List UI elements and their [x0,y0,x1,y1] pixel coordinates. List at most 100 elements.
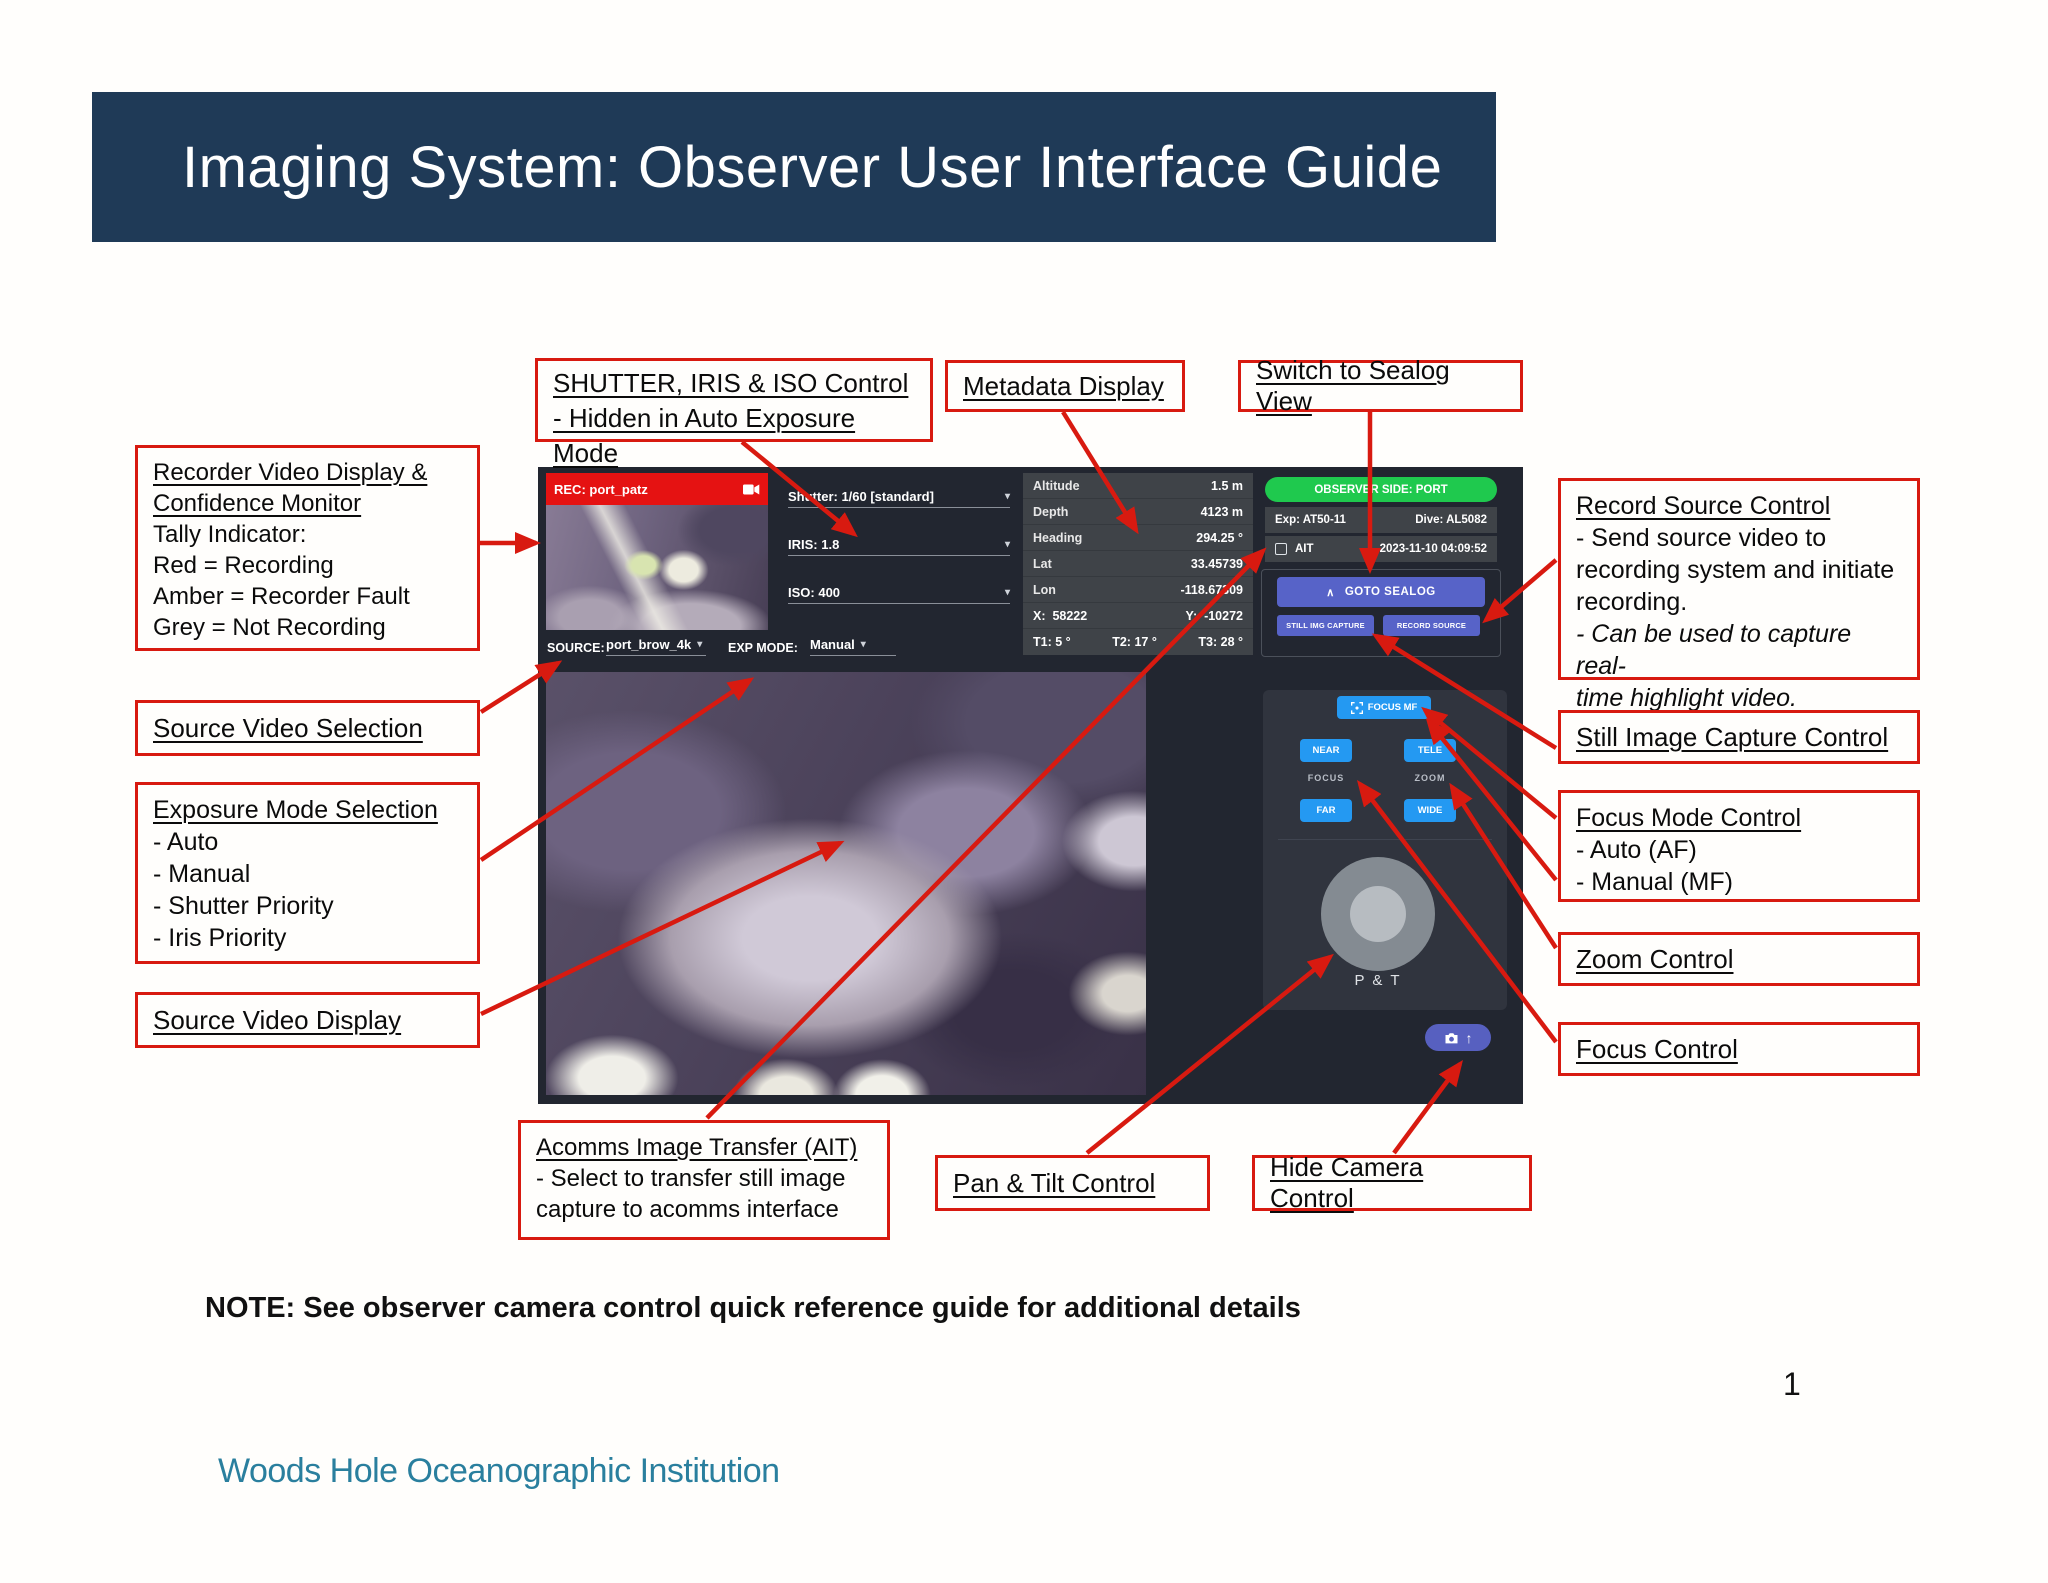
annotation-exposure-mode: Exposure Mode Selection - Auto - Manual … [135,782,480,964]
zoom-wide-button[interactable]: WIDE [1404,799,1456,822]
recorder-tally-banner: REC: port_patz [546,473,768,505]
metadata-value: 4123 m [1201,505,1243,519]
metadata-row-lat: Lat 33.45739 [1023,551,1253,577]
focus-mode-button[interactable]: FOCUS MF [1337,696,1431,719]
zoom-column-label: ZOOM [1404,773,1456,783]
page-number: 1 [1783,1366,1801,1403]
annotation-line: Focus Mode Control [1576,802,1902,834]
annotation-line: - Manual (MF) [1576,866,1902,898]
guide-page: Imaging System: Observer User Interface … [0,0,2048,1583]
caret-down-icon: ▾ [1005,539,1010,550]
annotation-line: - Iris Priority [153,922,462,954]
metadata-label: Altitude [1033,479,1080,493]
annotation-line: - Auto (AF) [1576,834,1902,866]
annotation-line: Source Video Selection [153,713,423,744]
ait-row: AIT 2023-11-10 04:09:52 [1265,536,1497,562]
focus-bracket-icon [1351,702,1363,714]
annotation-line: Still Image Capture Control [1576,722,1888,753]
pan-tilt-label: P & T [1321,972,1435,989]
annotation-line: Source Video Display [153,1005,401,1036]
metadata-value: 1.5 m [1211,479,1243,493]
record-source-button[interactable]: RECORD SOURCE [1383,615,1480,636]
annotation-line: recording. [1576,586,1902,618]
metadata-row-depth: Depth 4123 m [1023,499,1253,525]
annotation-focus-control: Focus Control [1558,1022,1920,1076]
annotation-line: capture to acomms interface [536,1194,872,1225]
still-img-capture-button[interactable]: STILL IMG CAPTURE [1277,615,1374,636]
observer-side-badge: OBSERVER SIDE: PORT [1265,477,1497,502]
annotation-still-image-capture: Still Image Capture Control [1558,710,1920,764]
metadata-row-heading: Heading 294.25 ° [1023,525,1253,551]
annotation-line: - Shutter Priority [153,890,462,922]
hide-camera-control-button[interactable]: ↑ [1425,1024,1491,1051]
timestamp: 2023-11-10 04:09:52 [1380,543,1487,555]
metadata-row-altitude: Altitude 1.5 m [1023,473,1253,499]
annotation-zoom-control: Zoom Control [1558,932,1920,986]
panel-divider [1278,839,1492,840]
focus-mode-label: FOCUS MF [1368,702,1418,713]
y-coord: Y: -10272 [1186,609,1243,623]
shutter-dropdown[interactable]: Shutter: 1/60 [standard] ▾ [788,489,1010,508]
shutter-value: Shutter: 1/60 [standard] [788,489,934,504]
iso-dropdown[interactable]: ISO: 400 ▾ [788,585,1010,604]
metadata-label: Lon [1033,583,1056,597]
camera-ui-screenshot: REC: port_patz SOURCE: port_brow_4k ▾ EX… [538,467,1523,1104]
annotation-line: Acomms Image Transfer (AIT) [536,1132,872,1163]
annotation-hide-camera: Hide Camera Control [1252,1155,1532,1211]
annotation-line: Red = Recording [153,550,462,581]
annotation-line: - Manual [153,858,462,890]
annotation-shutter-iris-iso: SHUTTER, IRIS & ISO Control - Hidden in … [535,358,933,442]
annotation-line: Pan & Tilt Control [953,1168,1155,1199]
camera-icon [1444,1032,1459,1044]
annotation-line: Record Source Control [1576,490,1902,522]
iris-value: IRIS: 1.8 [788,537,839,552]
metadata-row-lon: Lon -118.67309 [1023,577,1253,603]
annotation-line: Grey = Not Recording [153,612,462,643]
pan-tilt-joystick-knob[interactable] [1350,886,1406,942]
focus-near-button[interactable]: NEAR [1300,739,1352,762]
observer-side-label: OBSERVER SIDE: PORT [1314,484,1447,496]
footer-logo-text: Woods Hole Oceanographic Institution [218,1452,780,1491]
source-label: SOURCE: [547,641,605,655]
source-select-dropdown[interactable]: port_brow_4k ▾ [606,637,706,656]
exp-mode-dropdown[interactable]: Manual ▾ [810,637,896,656]
iris-dropdown[interactable]: IRIS: 1.8 ▾ [788,537,1010,556]
goto-sealog-label: GOTO SEALOG [1345,586,1436,598]
annotation-line: recording system and initiate [1576,554,1902,586]
t1-value: T1: 5 ° [1033,635,1071,649]
metadata-panel: Altitude 1.5 m Depth 4123 m Heading 294.… [1023,473,1253,655]
x-coord: X: 58222 [1033,609,1087,623]
annotation-metadata-display: Metadata Display [945,360,1185,412]
chevron-up-icon: ∧ [1326,586,1335,599]
annotation-line: Switch to Sealog View [1256,355,1505,417]
annotation-line: - Auto [153,826,462,858]
metadata-label: Depth [1033,505,1068,519]
tele-label: TELE [1418,745,1442,756]
caret-down-icon: ▾ [861,639,866,650]
zoom-tele-button[interactable]: TELE [1404,739,1456,762]
focus-far-button[interactable]: FAR [1300,799,1352,822]
metadata-label: Lat [1033,557,1052,571]
ait-checkbox[interactable] [1275,543,1287,555]
metadata-label: Heading [1033,531,1082,545]
annotation-switch-sealog: Switch to Sealog View [1238,360,1523,412]
metadata-value: -118.67309 [1180,583,1243,597]
annotation-acomms-transfer: Acomms Image Transfer (AIT) - Select to … [518,1120,890,1240]
expedition-id: Exp: AT50-11 [1275,514,1346,526]
annotation-source-display: Source Video Display [135,992,480,1048]
annotation-source-selection: Source Video Selection [135,700,480,756]
metadata-value: 33.45739 [1191,557,1243,571]
annotation-line: Metadata Display [963,371,1164,402]
still-img-capture-label: STILL IMG CAPTURE [1286,621,1365,630]
page-title: Imaging System: Observer User Interface … [92,134,1442,201]
title-bar: Imaging System: Observer User Interface … [92,92,1496,242]
exp-mode-label: EXP MODE: [728,641,798,655]
annotation-line: Hide Camera Control [1270,1152,1514,1214]
annotation-line: - Can be used to capture real- [1576,618,1902,682]
dive-id: Dive: AL5082 [1415,514,1487,526]
goto-sealog-button[interactable]: ∧ GOTO SEALOG [1277,577,1485,607]
note-text: NOTE: See observer camera control quick … [205,1292,1301,1325]
annotation-line: - Send source video to [1576,522,1902,554]
source-value: port_brow_4k [606,637,691,652]
source-video-display [546,672,1146,1095]
